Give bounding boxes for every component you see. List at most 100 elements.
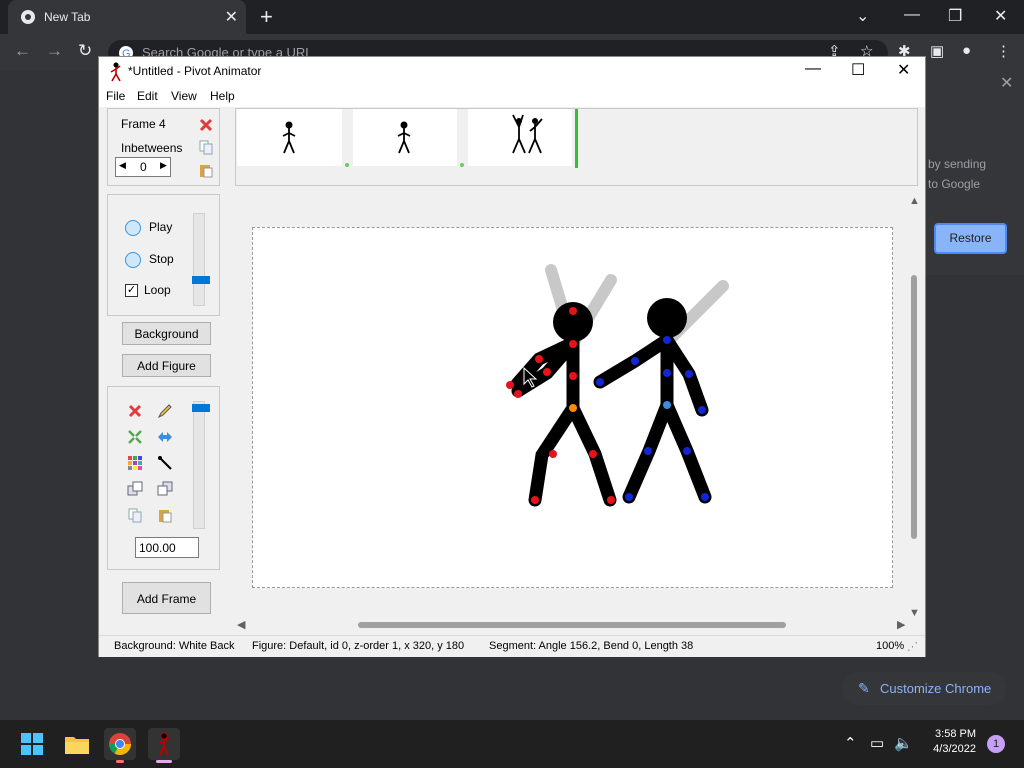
timeline-marker <box>460 163 464 167</box>
background-button[interactable]: Background <box>122 322 211 345</box>
send-backward-icon[interactable] <box>157 481 173 497</box>
segment-tool-icon[interactable] <box>157 455 173 471</box>
panel-text-2: to Google <box>928 177 981 191</box>
copy-frame-icon[interactable] <box>198 139 214 155</box>
vertical-scrollbar[interactable] <box>911 275 917 539</box>
customize-chrome-button[interactable]: ✎ Customize Chrome <box>842 672 1007 705</box>
reload-icon[interactable]: ↻ <box>78 41 92 61</box>
clock-time: 3:58 PM <box>935 728 976 740</box>
notification-badge[interactable]: 1 <box>987 735 1005 753</box>
status-segment: Segment: Angle 156.2, Bend 0, Length 38 <box>489 640 694 652</box>
status-zoom: 100% <box>876 640 905 652</box>
center-figure-icon[interactable] <box>127 429 143 445</box>
running-indicator <box>116 760 124 763</box>
delete-frame-icon[interactable] <box>198 117 214 133</box>
maximize-icon[interactable]: ☐ <box>851 60 865 80</box>
profile-icon[interactable]: ● <box>962 42 971 59</box>
speed-slider-thumb[interactable] <box>192 276 210 284</box>
delete-figure-icon[interactable] <box>127 403 143 419</box>
customize-chrome-label: Customize Chrome <box>880 681 992 696</box>
status-background: Background: White Back <box>114 640 235 652</box>
scroll-left-icon[interactable]: ◀ <box>237 618 245 631</box>
new-tab-button[interactable]: + <box>260 4 273 30</box>
frame-thumbnail-current[interactable] <box>468 109 572 166</box>
volume-icon[interactable]: 🔈 <box>894 734 913 752</box>
forward-icon[interactable]: → <box>46 41 63 61</box>
insert-position-marker <box>575 109 578 168</box>
status-figure: Figure: Default, id 0, z-order 1, x 320,… <box>252 640 465 652</box>
scale-slider-thumb[interactable] <box>192 404 210 412</box>
close-panel-icon[interactable]: ✕ <box>1000 73 1013 93</box>
scroll-up-icon[interactable]: ▲ <box>909 195 920 207</box>
scroll-right-icon[interactable]: ▶ <box>897 618 905 631</box>
menu-file[interactable]: File <box>106 89 125 103</box>
menu-view[interactable]: View <box>171 89 197 103</box>
file-explorer-icon[interactable] <box>61 728 93 760</box>
horizontal-scrollbar[interactable] <box>358 622 786 628</box>
minimize-icon[interactable]: — <box>805 60 821 78</box>
add-frame-button[interactable]: Add Frame <box>122 582 211 614</box>
scale-input[interactable]: 100.00 <box>135 537 199 558</box>
bring-forward-icon[interactable] <box>127 481 143 497</box>
figure-blue-joints <box>593 298 712 504</box>
system-clock[interactable]: 3:58 PM 4/3/2022 <box>924 728 976 755</box>
menu-edit[interactable]: Edit <box>137 89 158 103</box>
flip-figure-icon[interactable] <box>157 429 173 445</box>
menu-help[interactable]: Help <box>210 89 235 103</box>
stop-icon <box>125 252 141 268</box>
thumbnail-figure <box>397 121 411 154</box>
inbetweens-spinner[interactable]: ◀ 0 ▶ <box>115 157 171 177</box>
inbetweens-value: 0 <box>140 160 147 174</box>
spin-right-icon[interactable]: ▶ <box>160 160 167 171</box>
close-window-icon[interactable]: ✕ <box>994 6 1007 26</box>
thumbnail-figures <box>512 114 543 154</box>
close-icon[interactable]: ✕ <box>897 60 910 80</box>
edit-figure-icon[interactable] <box>157 403 173 419</box>
color-figure-icon[interactable] <box>127 455 143 471</box>
active-indicator <box>156 760 172 763</box>
back-icon[interactable]: ← <box>14 41 31 61</box>
pencil-icon: ✎ <box>858 680 870 696</box>
status-bar: Background: White Back Figure: Default, … <box>99 635 925 657</box>
close-tab-icon[interactable]: ✕ <box>225 7 238 27</box>
loop-label: Loop <box>144 283 171 297</box>
animation-stage[interactable] <box>252 227 893 588</box>
side-panel-icon[interactable]: ▣ <box>930 42 944 60</box>
chrome-tab-bar: New Tab ✕ + ⌄ — ❐ ✕ <box>0 0 1024 34</box>
tab-new-tab[interactable]: New Tab ✕ <box>8 0 246 34</box>
tab-title: New Tab <box>44 10 91 24</box>
frame-thumbnail[interactable] <box>237 109 342 166</box>
show-hidden-icons-icon[interactable]: ⌃ <box>844 734 857 752</box>
menu-bar: File Edit View Help <box>99 87 925 107</box>
clock-date: 4/3/2022 <box>933 743 976 755</box>
network-icon[interactable]: ▭ <box>870 734 884 752</box>
copy-figure-icon[interactable] <box>127 507 143 523</box>
chrome-taskbar-icon[interactable] <box>104 728 136 760</box>
resize-grip-icon[interactable]: ⋰ <box>907 640 918 653</box>
chrome-menu-icon[interactable]: ⋮ <box>996 42 1011 60</box>
thumbnail-figure <box>282 121 296 154</box>
playback-panel: Play Stop ✓ Loop <box>107 194 220 316</box>
paste-figure-icon[interactable] <box>157 507 173 523</box>
restore-button[interactable]: Restore <box>934 223 1007 254</box>
stop-button[interactable]: Stop <box>125 252 174 268</box>
figure-scale-slider[interactable] <box>192 401 210 529</box>
scroll-down-icon[interactable]: ▼ <box>909 607 920 619</box>
inbetweens-label: Inbetweens <box>121 141 183 155</box>
play-label: Play <box>149 220 173 235</box>
figure-red-joints <box>506 302 617 507</box>
speed-slider[interactable] <box>192 213 210 306</box>
panel-text-1: by sending <box>928 157 987 171</box>
paste-frame-icon[interactable] <box>198 162 214 178</box>
pivot-taskbar-icon[interactable] <box>148 728 180 760</box>
tab-search-icon[interactable]: ⌄ <box>856 6 869 26</box>
play-button[interactable]: Play <box>125 220 172 236</box>
loop-checkbox[interactable]: ✓ Loop <box>125 283 171 298</box>
play-icon <box>125 220 141 236</box>
add-figure-button[interactable]: Add Figure <box>122 354 211 377</box>
spin-left-icon[interactable]: ◀ <box>119 160 126 171</box>
restore-window-icon[interactable]: ❐ <box>948 6 962 26</box>
windows-start-icon[interactable] <box>16 728 48 760</box>
frame-thumbnail[interactable] <box>353 109 457 166</box>
minimize-icon[interactable]: — <box>904 6 920 24</box>
